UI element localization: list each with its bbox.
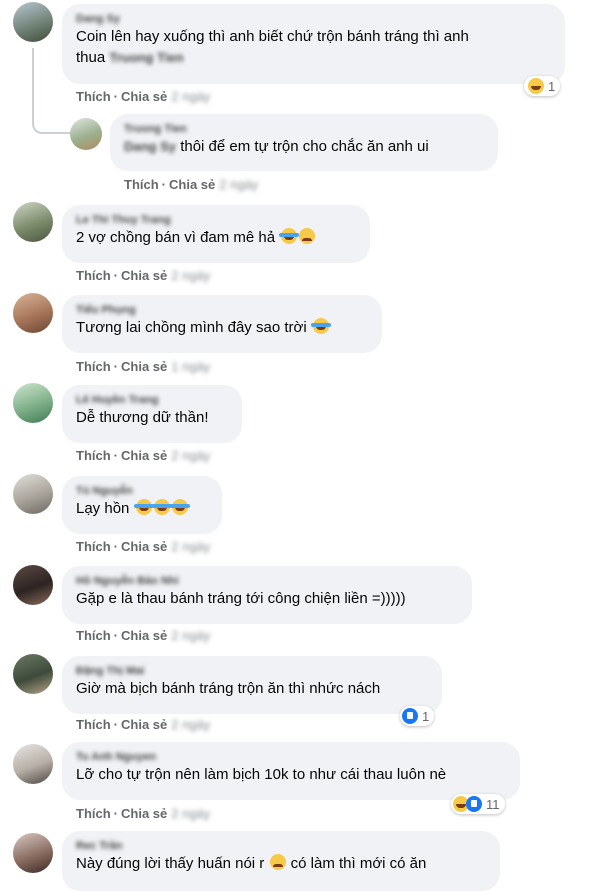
- comment-text: Lạy hồn: [76, 498, 208, 519]
- comment-bubble: Rec Trần Này đúng lời thấy huấn nói r có…: [62, 831, 500, 891]
- timestamp[interactable]: 2 ngày: [219, 177, 258, 192]
- comment-text: Dang Sy thôi để em tự trộn cho chắc ăn a…: [124, 138, 429, 155]
- comment-actions: Thích · Chia sẻ 2 ngày: [76, 628, 211, 643]
- timestamp[interactable]: 2 ngày: [171, 268, 210, 283]
- timestamp[interactable]: 2 ngày: [171, 717, 210, 732]
- commenter-name[interactable]: Đặng Thị Mai: [76, 664, 428, 678]
- like-icon: [402, 708, 418, 724]
- comment-bubble: Tú Nguyễn Lạy hồn: [62, 476, 222, 534]
- share-link[interactable]: Chia sẻ: [121, 539, 167, 554]
- like-link[interactable]: Thích: [124, 177, 159, 192]
- comment-text: Giờ mà bịch bánh tráng trộn ăn thì nhức …: [76, 680, 381, 697]
- comment-bubble: Hồ Nguyễn Bảo Nhi Gặp e là thau bánh trá…: [62, 566, 472, 624]
- reply-thread-line: [32, 48, 72, 134]
- commenter-name[interactable]: Tú Nguyễn: [76, 484, 208, 498]
- comment-text: Này đúng lời thấy huấn nói r có làm thì …: [76, 854, 427, 872]
- sad-face-emoji-icon: [270, 854, 287, 870]
- share-link[interactable]: Chia sẻ: [121, 89, 167, 104]
- haha-icon: [528, 78, 544, 94]
- share-link[interactable]: Chia sẻ: [121, 268, 167, 283]
- rolling-laughing-emoji-icon: [169, 499, 190, 515]
- like-link[interactable]: Thích: [76, 448, 111, 463]
- avatar[interactable]: [13, 383, 53, 423]
- tagged-user[interactable]: Dang Sy: [124, 139, 176, 154]
- comment-actions: Thích · Chia sẻ 2 ngày: [76, 717, 211, 732]
- comment-bubble: Dang Sy Coin lên hay xuống thì anh biết …: [62, 4, 565, 84]
- like-link[interactable]: Thích: [76, 539, 111, 554]
- like-link[interactable]: Thích: [76, 268, 111, 283]
- reaction-summary[interactable]: 1: [524, 76, 561, 96]
- commenter-name[interactable]: Le Thi Thuy Trang: [76, 213, 356, 227]
- avatar[interactable]: [13, 474, 53, 514]
- laughing-tears-emoji-icon: [279, 228, 300, 244]
- comment-actions: Thích · Chia sẻ 2 ngày: [76, 806, 211, 821]
- commenter-name[interactable]: Rec Trần: [76, 839, 486, 853]
- comment-bubble: Lê Huyền Trang Dễ thương dữ thần!: [62, 385, 242, 443]
- comment-bubble: Tu Anh Nguyen Lỡ cho tự trộn nên làm bịc…: [62, 742, 520, 800]
- commenter-name[interactable]: Truong Tien: [124, 122, 484, 136]
- comment-actions: Thích · Chia sẻ 2 ngày: [76, 539, 211, 554]
- timestamp[interactable]: 2 ngày: [171, 628, 210, 643]
- comment-text: Lỡ cho tự trộn nên làm bịch 10k to như c…: [76, 766, 447, 783]
- comment-actions: Thích · Chia sẻ 1 ngày: [76, 359, 211, 374]
- like-link[interactable]: Thích: [76, 806, 111, 821]
- comment-actions: Thích · Chia sẻ 2 ngày: [124, 177, 259, 192]
- comment-bubble: Tiểu Phụng Tương lai chồng mình đây sao …: [62, 295, 382, 353]
- avatar[interactable]: [13, 744, 53, 784]
- comment-text: Gặp e là thau bánh tráng tới công chiện …: [76, 590, 406, 607]
- share-link[interactable]: Chia sẻ: [121, 628, 167, 643]
- timestamp[interactable]: 2 ngày: [171, 89, 210, 104]
- rolling-laughing-emoji-icon: [133, 499, 154, 515]
- comment-actions: Thích · Chia sẻ 2 ngày: [76, 448, 211, 463]
- like-link[interactable]: Thích: [76, 359, 111, 374]
- comment-text: 2 vợ chồng bán vì đam mê hả: [76, 227, 356, 248]
- avatar[interactable]: [13, 202, 53, 242]
- comment-bubble: Đặng Thị Mai Giờ mà bịch bánh tráng trộn…: [62, 656, 442, 714]
- share-link[interactable]: Chia sẻ: [169, 177, 215, 192]
- comment-bubble: Truong Tien Dang Sy thôi để em tự trộn c…: [110, 114, 498, 171]
- comment-text: Dễ thương dữ thần!: [76, 409, 209, 426]
- avatar[interactable]: [13, 833, 53, 873]
- avatar[interactable]: [13, 2, 53, 42]
- avatar[interactable]: [13, 565, 53, 605]
- share-link[interactable]: Chia sẻ: [121, 359, 167, 374]
- like-link[interactable]: Thích: [76, 628, 111, 643]
- reaction-summary[interactable]: 1: [400, 706, 435, 726]
- commenter-name[interactable]: Dang Sy: [76, 12, 551, 26]
- like-icon: [466, 796, 482, 812]
- comment-actions: Thích · Chia sẻ 2 ngày: [76, 268, 211, 283]
- like-link[interactable]: Thích: [76, 717, 111, 732]
- timestamp[interactable]: 2 ngày: [171, 806, 210, 821]
- comment-text: Tương lai chồng mình đây sao trời: [76, 317, 368, 338]
- share-link[interactable]: Chia sẻ: [121, 806, 167, 821]
- rolling-laughing-emoji-icon: [310, 318, 331, 334]
- tagged-user[interactable]: Truong Tien: [109, 50, 183, 65]
- share-link[interactable]: Chia sẻ: [121, 717, 167, 732]
- commenter-name[interactable]: Hồ Nguyễn Bảo Nhi: [76, 574, 458, 588]
- timestamp[interactable]: 2 ngày: [171, 448, 210, 463]
- commenter-name[interactable]: Tiểu Phụng: [76, 303, 368, 317]
- timestamp[interactable]: 2 ngày: [171, 539, 210, 554]
- sad-face-emoji-icon: [299, 228, 316, 244]
- reaction-summary[interactable]: 11: [451, 794, 505, 814]
- commenter-name[interactable]: Tu Anh Nguyen: [76, 750, 506, 764]
- comment-text: Coin lên hay xuống thì anh biết chứ trộn…: [76, 28, 469, 66]
- avatar[interactable]: [70, 118, 102, 150]
- timestamp[interactable]: 1 ngày: [171, 359, 210, 374]
- avatar[interactable]: [13, 654, 53, 694]
- share-link[interactable]: Chia sẻ: [121, 448, 167, 463]
- avatar[interactable]: [13, 293, 53, 333]
- rolling-laughing-emoji-icon: [151, 499, 172, 515]
- like-link[interactable]: Thích: [76, 89, 111, 104]
- comment-actions: Thích · Chia sẻ 2 ngày: [76, 89, 211, 104]
- commenter-name[interactable]: Lê Huyền Trang: [76, 393, 228, 407]
- comment-bubble: Le Thi Thuy Trang 2 vợ chồng bán vì đam …: [62, 205, 370, 263]
